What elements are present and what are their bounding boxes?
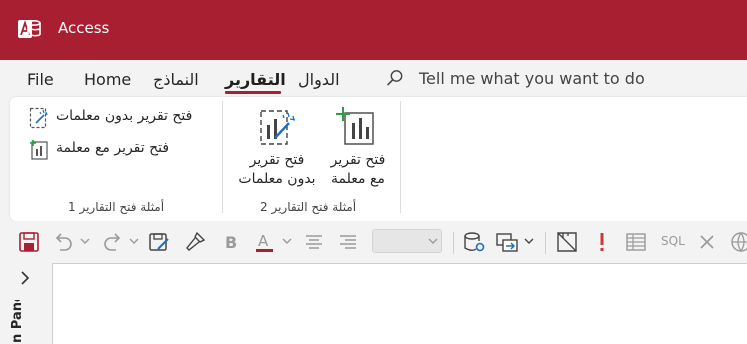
chevron-down-icon[interactable] — [282, 237, 292, 245]
open-report-no-params-large-button[interactable]: فتح تقرير بدون معلمات — [236, 151, 318, 189]
button-label-line1: فتح تقرير — [249, 152, 305, 168]
new-report-large-icon — [336, 107, 374, 145]
toolbar-separator — [545, 232, 546, 254]
tab-forms[interactable]: النماذج — [153, 70, 199, 89]
tab-file[interactable]: File — [27, 70, 54, 89]
switch-view-icon[interactable] — [495, 230, 519, 254]
save-icon[interactable] — [17, 230, 41, 254]
format-painter-icon[interactable] — [183, 230, 207, 254]
align-center-icon[interactable] — [302, 230, 326, 254]
font-color-icon[interactable]: A — [253, 230, 277, 254]
tell-me-search-input[interactable]: Tell me what you want to do — [419, 69, 645, 88]
align-right-icon[interactable] — [336, 230, 360, 254]
save-object-as-icon[interactable] — [147, 230, 171, 254]
document-workspace — [52, 263, 747, 344]
bold-icon[interactable]: B — [219, 230, 243, 254]
group1-label: أمثلة فتح التقارير 1 — [68, 200, 165, 214]
database-tools-icon[interactable] — [462, 230, 486, 254]
open-report-with-param-button[interactable]: فتح تقرير مع معلمة — [56, 140, 169, 156]
access-logo-icon — [18, 19, 41, 38]
globe-icon[interactable] — [729, 230, 747, 254]
sql-view-button[interactable]: SQL — [661, 234, 685, 248]
close-icon[interactable] — [695, 230, 719, 254]
run-icon[interactable] — [590, 230, 614, 254]
search-icon[interactable] — [386, 69, 404, 87]
new-report-icon — [30, 140, 48, 160]
tab-functions[interactable]: الدوال — [298, 70, 340, 89]
report-wizard-large-icon — [260, 110, 296, 145]
datasheet-view-icon[interactable] — [624, 230, 648, 254]
svg-text:A: A — [258, 232, 269, 250]
chevron-right-icon[interactable] — [18, 270, 32, 286]
chevron-down-icon[interactable] — [129, 237, 139, 245]
chevron-down-icon[interactable] — [524, 237, 534, 245]
button-label-line2: مع معلمة — [331, 171, 385, 187]
app-title: Access — [58, 19, 110, 37]
tab-home[interactable]: Home — [84, 70, 131, 89]
open-report-no-params-button[interactable]: فتح تقرير بدون معلمات — [56, 108, 192, 124]
report-wizard-icon — [29, 107, 48, 129]
button-label-line1: فتح تقرير — [330, 152, 386, 168]
toolbar-separator — [453, 232, 454, 254]
open-report-with-param-large-button[interactable]: فتح تقرير مع معلمة — [324, 151, 392, 189]
navigation-pane-label[interactable]: n Pane — [10, 300, 40, 343]
chevron-down-icon[interactable] — [428, 237, 438, 245]
group-separator — [222, 101, 223, 213]
redo-icon[interactable] — [101, 230, 125, 254]
group2-label: أمثلة فتح التقارير 2 — [260, 200, 357, 214]
button-label-line2: بدون معلمات — [238, 171, 316, 187]
design-view-icon[interactable] — [555, 230, 579, 254]
chevron-down-icon[interactable] — [80, 237, 90, 245]
title-bar: Access — [0, 0, 747, 60]
tab-reports[interactable]: التقارير — [225, 70, 286, 89]
group-separator — [400, 101, 401, 213]
active-tab-indicator — [225, 91, 281, 94]
svg-text:B: B — [225, 233, 237, 252]
undo-icon[interactable] — [51, 230, 75, 254]
